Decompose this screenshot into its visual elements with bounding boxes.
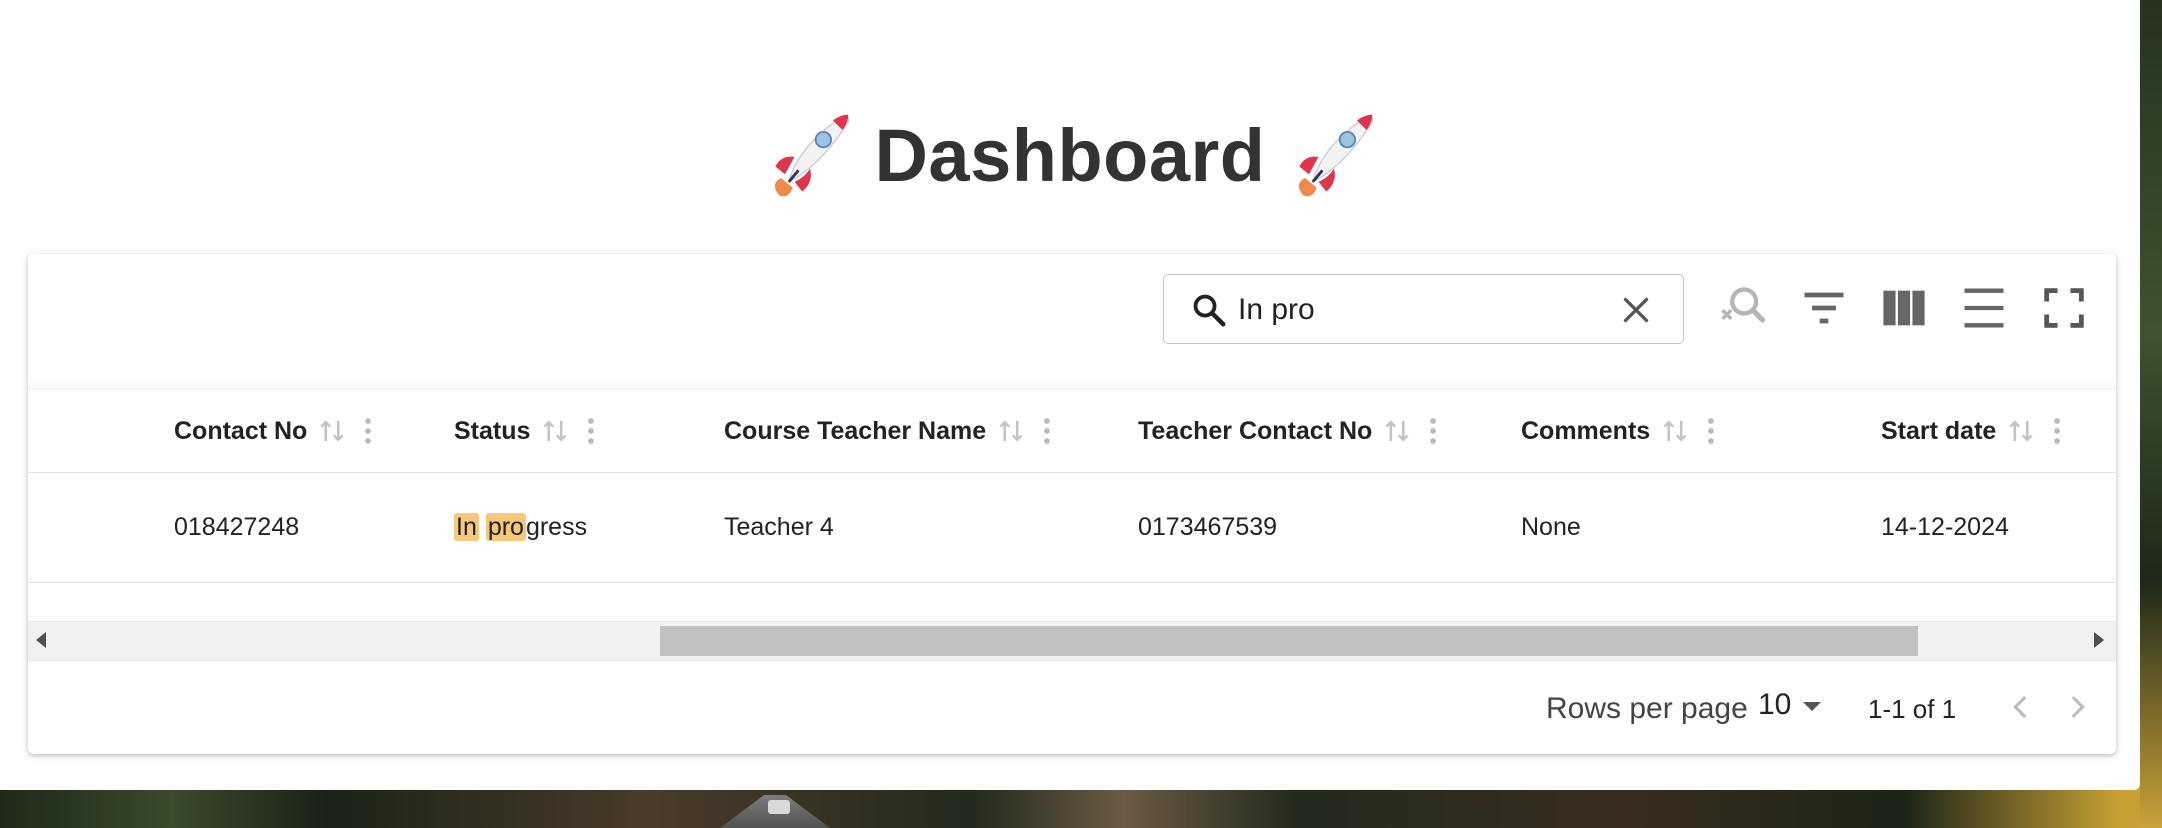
horizontal-scrollbar[interactable] bbox=[28, 621, 2116, 661]
sort-icon[interactable] bbox=[317, 415, 347, 447]
fullscreen-icon[interactable] bbox=[2038, 282, 2090, 334]
rows-per-page-select[interactable]: 10 bbox=[1758, 688, 1791, 722]
column-menu-icon[interactable] bbox=[2052, 416, 2062, 446]
sort-icon[interactable] bbox=[1660, 415, 1690, 447]
rows-per-page-label: Rows per page bbox=[1546, 692, 1748, 725]
column-menu-icon[interactable] bbox=[363, 416, 373, 446]
column-header-label: Course Teacher Name bbox=[724, 416, 987, 445]
grid-toolbar bbox=[28, 254, 2116, 390]
sort-icon[interactable] bbox=[1382, 415, 1412, 447]
search-box[interactable] bbox=[1163, 274, 1684, 344]
column-menu-icon[interactable] bbox=[1042, 416, 1052, 446]
scroll-right-arrow-icon[interactable] bbox=[2094, 632, 2104, 648]
title-row: Dashboard bbox=[0, 100, 2140, 210]
cell-status: In progress bbox=[454, 473, 587, 582]
columns-icon[interactable] bbox=[1878, 282, 1930, 334]
column-menu-icon[interactable] bbox=[1706, 416, 1716, 446]
scroll-left-arrow-icon[interactable] bbox=[36, 632, 46, 648]
table-row[interactable]: 018427248 In progress Teacher 4 01734675… bbox=[28, 473, 2116, 583]
column-header-label: Contact No bbox=[174, 416, 308, 445]
column-header-teacher-contact-no[interactable]: Teacher Contact No bbox=[1138, 390, 1438, 472]
table-header: Contact No Status Course Teacher Name Te… bbox=[28, 390, 2116, 473]
cell-comments: None bbox=[1521, 513, 1581, 541]
column-header-course-teacher-name[interactable]: Course Teacher Name bbox=[724, 390, 1052, 472]
pagination-footer: Rows per page 10 1-1 of 1 bbox=[28, 660, 2116, 754]
scrollbar-thumb[interactable] bbox=[660, 626, 1918, 656]
page-title: Dashboard bbox=[874, 113, 1266, 197]
cell-start-date: 14-12-2024 bbox=[1881, 513, 2009, 541]
column-menu-icon[interactable] bbox=[1428, 416, 1438, 446]
cell-teacher-contact-no: 0173467539 bbox=[1138, 513, 1278, 541]
column-menu-icon[interactable] bbox=[586, 416, 596, 446]
column-header-label: Comments bbox=[1521, 416, 1651, 445]
data-grid-card: Contact No Status Course Teacher Name Te… bbox=[28, 254, 2116, 754]
rocket-icon bbox=[775, 114, 850, 197]
density-icon[interactable] bbox=[1958, 282, 2010, 334]
next-page-icon[interactable] bbox=[2060, 690, 2094, 724]
search-icon bbox=[1193, 294, 1226, 327]
column-header-contact-no[interactable]: Contact No bbox=[174, 390, 373, 472]
column-header-status[interactable]: Status bbox=[454, 390, 596, 472]
column-header-label: Start date bbox=[1881, 416, 1997, 445]
column-header-label: Teacher Contact No bbox=[1138, 416, 1373, 445]
search-input[interactable] bbox=[1236, 287, 1600, 333]
main-panel: Dashboard In pro Contact No Status Cours… bbox=[0, 0, 2140, 790]
sort-icon[interactable] bbox=[996, 415, 1026, 447]
cell-status-space bbox=[479, 513, 486, 541]
page-range-info: 1-1 of 1 bbox=[1868, 694, 1957, 724]
cell-contact-no: 018427248 bbox=[174, 513, 300, 541]
search-off-icon[interactable] bbox=[1716, 282, 1768, 334]
sort-icon[interactable] bbox=[540, 415, 570, 447]
column-header-comments[interactable]: Comments bbox=[1521, 390, 1716, 472]
previous-page-icon[interactable] bbox=[2004, 690, 2038, 724]
background-edge bbox=[2140, 0, 2162, 828]
cell-course-teacher-name: Teacher 4 bbox=[724, 513, 834, 541]
background-car bbox=[768, 800, 790, 814]
clear-search-icon[interactable] bbox=[1618, 292, 1654, 328]
cell-status-rest: gress bbox=[525, 513, 588, 541]
column-header-start-date[interactable]: Start date bbox=[1881, 390, 2062, 472]
filter-icon[interactable] bbox=[1798, 282, 1850, 334]
dropdown-caret-icon[interactable] bbox=[1803, 702, 1821, 711]
search-highlight: In bbox=[454, 513, 479, 541]
rocket-icon bbox=[1298, 114, 1373, 197]
search-highlight: pro bbox=[485, 513, 526, 541]
sort-icon[interactable] bbox=[2006, 415, 2036, 447]
column-header-label: Status bbox=[454, 416, 531, 445]
